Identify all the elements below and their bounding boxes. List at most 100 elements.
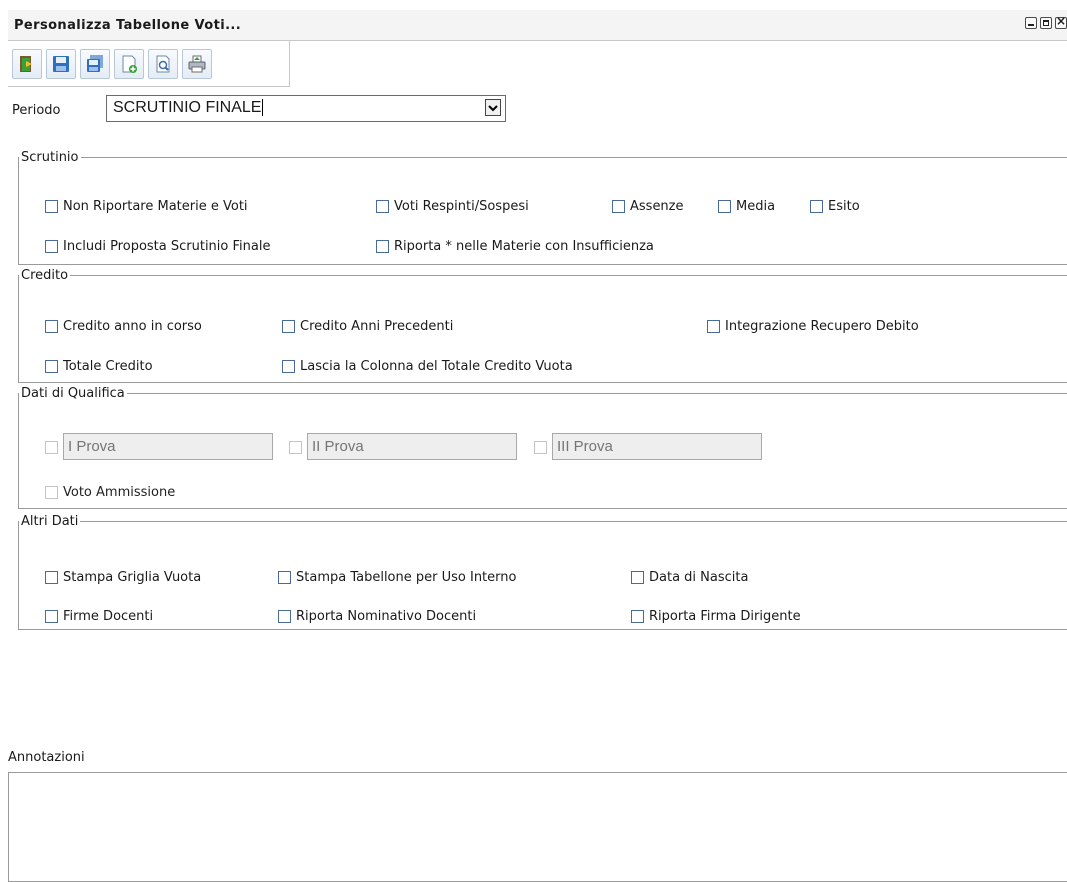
checkbox-label: Voto Ammissione [63, 485, 176, 500]
prova-3-input[interactable] [552, 433, 762, 460]
checkbox-nominativo-docenti[interactable]: Riporta Nominativo Docenti [278, 609, 476, 624]
checkbox-media[interactable]: Media [718, 199, 775, 214]
checkbox-label: Credito Anni Precedenti [300, 319, 454, 334]
checkbox-label: Riporta Nominativo Docenti [296, 609, 477, 624]
altri-dati-group: Altri Dati Stampa Griglia Vuota Stampa T… [18, 514, 1067, 630]
checkbox-label: Lascia la Colonna del Totale Credito Vuo… [300, 359, 573, 374]
annotazioni-label: Annotazioni [8, 750, 85, 765]
checkbox-label: Stampa Griglia Vuota [63, 570, 202, 585]
checkbox-box[interactable] [631, 610, 644, 623]
checkbox-non-riportare-materie[interactable]: Non Riportare Materie e Voti [45, 199, 248, 214]
checkbox-box[interactable] [810, 200, 823, 213]
close-icon[interactable] [1055, 14, 1067, 29]
checkbox-integrazione-recupero[interactable]: Integrazione Recupero Debito [707, 319, 919, 334]
print-button[interactable] [182, 48, 212, 79]
checkbox-includi-proposta[interactable]: Includi Proposta Scrutinio Finale [45, 239, 270, 254]
periodo-label: Periodo [12, 103, 61, 118]
checkbox-box[interactable] [289, 441, 302, 454]
checkbox-label: Stampa Tabellone per Uso Interno [296, 570, 517, 585]
checkbox-label: Media [736, 199, 776, 214]
checkbox-box[interactable] [45, 320, 58, 333]
checkbox-box[interactable] [45, 571, 58, 584]
checkbox-label: Voti Respinti/Sospesi [394, 199, 529, 214]
save-icon [53, 55, 69, 72]
save-as-icon [87, 54, 103, 72]
window-controls [1025, 14, 1067, 29]
checkbox-riporta-insufficienza[interactable]: Riporta * nelle Materie con Insufficienz… [376, 239, 654, 254]
checkbox-box[interactable] [718, 200, 731, 213]
checkbox-assenze[interactable]: Assenze [612, 199, 684, 214]
checkbox-box[interactable] [631, 571, 644, 584]
periodo-value: SCRUTINIO FINALE [113, 99, 262, 116]
checkbox-box[interactable] [707, 320, 720, 333]
checkbox-box[interactable] [45, 610, 58, 623]
prova-2-input[interactable] [307, 433, 517, 460]
checkbox-box[interactable] [45, 486, 58, 499]
print-preview-icon [156, 55, 170, 72]
window-titlebar: Personalizza Tabellone Voti... [8, 10, 1067, 41]
checkbox-box[interactable] [45, 441, 58, 454]
checkbox-box[interactable] [612, 200, 625, 213]
credito-group: Credito Credito anno in corso Credito An… [18, 268, 1067, 383]
print-icon [188, 55, 206, 72]
window-title: Personalizza Tabellone Voti... [14, 18, 242, 33]
checkbox-box[interactable] [282, 360, 295, 373]
checkbox-voto-ammissione[interactable]: Voto Ammissione [45, 485, 175, 500]
toolbar [8, 41, 290, 87]
qualifica-legend: Dati di Qualifica [21, 386, 125, 401]
new-document-button[interactable] [114, 48, 144, 79]
chevron-down-icon [488, 104, 498, 111]
checkbox-box[interactable] [282, 320, 295, 333]
checkbox-box[interactable] [278, 571, 291, 584]
checkbox-uso-interno[interactable]: Stampa Tabellone per Uso Interno [278, 570, 516, 585]
checkbox-prova-2[interactable] [289, 441, 307, 454]
checkbox-label: Credito anno in corso [63, 319, 202, 334]
checkbox-box[interactable] [376, 200, 389, 213]
checkbox-voti-respinti[interactable]: Voti Respinti/Sospesi [376, 199, 529, 214]
checkbox-esito[interactable]: Esito [810, 199, 860, 214]
checkbox-label: Esito [828, 199, 860, 214]
checkbox-label: Includi Proposta Scrutinio Finale [63, 239, 271, 254]
prova-1-input[interactable] [63, 433, 273, 460]
exit-button[interactable] [12, 48, 42, 79]
credito-legend: Credito [21, 268, 69, 283]
checkbox-box[interactable] [534, 441, 547, 454]
qualifica-group: Dati di Qualifica Voto Ammissione [18, 386, 1067, 509]
checkbox-firma-dirigente[interactable]: Riporta Firma Dirigente [631, 609, 801, 624]
checkbox-credito-precedenti[interactable]: Credito Anni Precedenti [282, 319, 453, 334]
scrutinio-group: Scrutinio Non Riportare Materie e Voti V… [18, 150, 1067, 265]
save-button[interactable] [46, 48, 76, 79]
checkbox-box[interactable] [45, 240, 58, 253]
annotazioni-textarea[interactable] [8, 772, 1067, 882]
maximize-icon[interactable] [1040, 17, 1052, 29]
checkbox-label: Data di Nascita [649, 570, 749, 585]
checkbox-stampa-griglia[interactable]: Stampa Griglia Vuota [45, 570, 201, 585]
checkbox-label: Riporta Firma Dirigente [649, 609, 801, 624]
checkbox-label: Assenze [630, 199, 684, 214]
altri-dati-legend: Altri Dati [21, 514, 79, 529]
print-preview-button[interactable] [148, 48, 178, 79]
dropdown-button[interactable] [485, 99, 501, 116]
checkbox-firme-docenti[interactable]: Firme Docenti [45, 609, 153, 624]
checkbox-lascia-colonna[interactable]: Lascia la Colonna del Totale Credito Vuo… [282, 359, 573, 374]
minimize-icon[interactable] [1025, 17, 1037, 29]
checkbox-totale-credito[interactable]: Totale Credito [45, 359, 153, 374]
checkbox-label: Integrazione Recupero Debito [725, 319, 919, 334]
checkbox-prova-1[interactable] [45, 441, 63, 454]
checkbox-box[interactable] [376, 240, 389, 253]
scrutinio-legend: Scrutinio [21, 150, 79, 165]
checkbox-label: Totale Credito [63, 359, 153, 374]
checkbox-label: Riporta * nelle Materie con Insufficienz… [394, 239, 654, 254]
checkbox-credito-anno[interactable]: Credito anno in corso [45, 319, 202, 334]
checkbox-prova-3[interactable] [534, 441, 552, 454]
save-as-button[interactable] [80, 48, 110, 79]
periodo-select[interactable]: SCRUTINIO FINALE [106, 95, 506, 122]
checkbox-box[interactable] [45, 360, 58, 373]
checkbox-label: Firme Docenti [63, 609, 154, 624]
checkbox-label: Non Riportare Materie e Voti [63, 199, 248, 214]
new-document-icon [122, 55, 137, 73]
checkbox-box[interactable] [45, 200, 58, 213]
checkbox-data-nascita[interactable]: Data di Nascita [631, 570, 748, 585]
exit-icon [20, 55, 32, 72]
checkbox-box[interactable] [278, 610, 291, 623]
